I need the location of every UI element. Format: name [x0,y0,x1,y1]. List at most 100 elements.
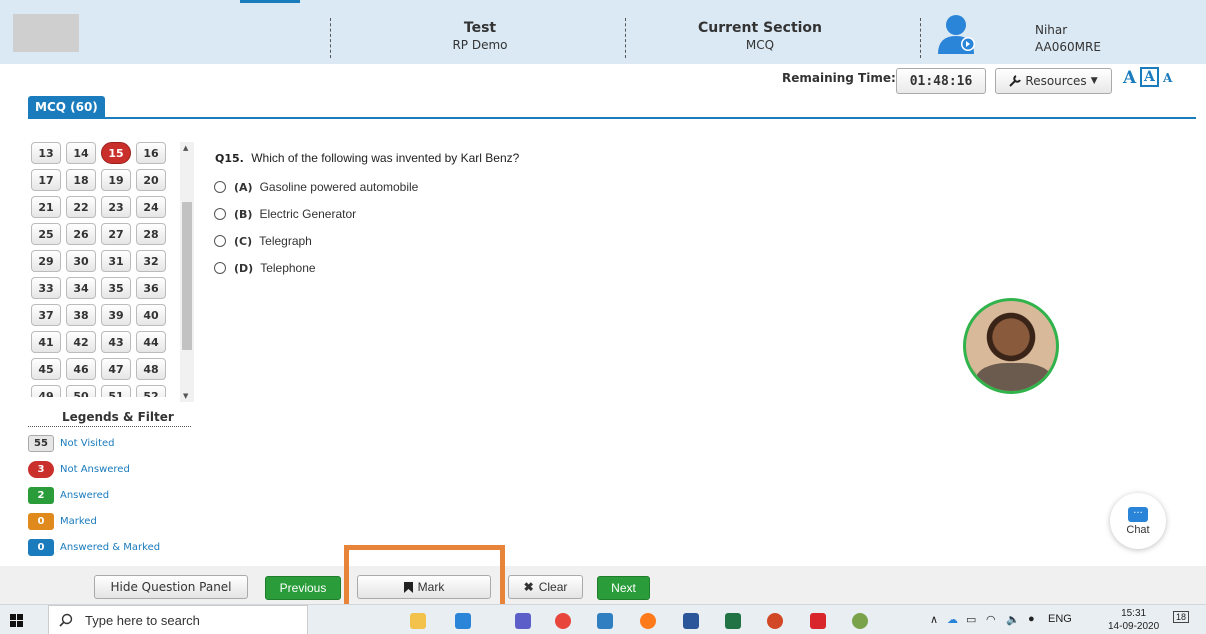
question-button-49[interactable]: 49 [31,385,61,397]
question-button-20[interactable]: 20 [136,169,166,191]
language-indicator[interactable]: ENG [1048,613,1072,625]
next-button[interactable]: Next [597,576,650,600]
question-button-21[interactable]: 21 [31,196,61,218]
scroll-down-icon[interactable]: ▼ [183,392,188,400]
battery-icon[interactable]: ▭ [966,613,976,626]
question-button-35[interactable]: 35 [101,277,131,299]
microphone-icon[interactable]: ● [1028,613,1035,625]
wrench-icon [1009,75,1022,87]
option-a[interactable]: (A) Gasoline powered automobile [214,180,418,194]
question-button-17[interactable]: 17 [31,169,61,191]
question-button-16[interactable]: 16 [136,142,166,164]
question-button-15[interactable]: 15 [101,142,131,164]
question-button-34[interactable]: 34 [66,277,96,299]
word-icon[interactable] [683,613,699,629]
file-explorer-icon[interactable] [410,613,426,629]
option-d-radio[interactable] [214,262,226,274]
palette-scrollbar[interactable]: ▲ ▼ [180,142,194,402]
option-d[interactable]: (D) Telephone [214,261,316,275]
question-button-22[interactable]: 22 [66,196,96,218]
legend-item[interactable]: 0 Answered & Marked [28,537,160,557]
question-button-51[interactable]: 51 [101,385,131,397]
chat-button[interactable]: ··· Chat [1110,493,1166,549]
next-label: Next [611,581,636,595]
legend-count-badge: 55 [28,434,54,452]
question-button-19[interactable]: 19 [101,169,131,191]
tray-chevron-icon[interactable]: ∧ [930,613,938,626]
previous-button[interactable]: Previous [265,576,341,600]
chrome-icon[interactable] [555,613,571,629]
resources-button[interactable]: Resources ▼ [995,68,1112,94]
option-c-radio[interactable] [214,235,226,247]
question-button-32[interactable]: 32 [136,250,166,272]
scroll-up-icon[interactable]: ▲ [183,144,188,152]
hide-question-panel-button[interactable]: Hide Question Panel [94,575,248,599]
question-button-25[interactable]: 25 [31,223,61,245]
question-button-18[interactable]: 18 [66,169,96,191]
question-button-50[interactable]: 50 [66,385,96,397]
legend-item[interactable]: 3 Not Answered [28,459,130,479]
legend-label: Answered [60,489,110,501]
question-button-38[interactable]: 38 [66,304,96,326]
chat-label: Chat [1126,523,1150,536]
app-icon[interactable] [597,613,613,629]
legend-label: Marked [60,515,97,527]
legend-count-badge: 3 [28,460,54,478]
option-text: Gasoline powered automobile [259,180,419,194]
font-size-large-button[interactable]: A [1123,68,1136,88]
taskbar-search[interactable]: Type here to search [48,605,308,634]
question-button-29[interactable]: 29 [31,250,61,272]
clock[interactable]: 15:31 14-09-2020 [1108,607,1159,633]
windows-start-icon[interactable] [10,614,24,628]
option-b-radio[interactable] [214,208,226,220]
option-c[interactable]: (C) Telegraph [214,234,312,248]
question-button-23[interactable]: 23 [101,196,131,218]
question-button-36[interactable]: 36 [136,277,166,299]
question-button-42[interactable]: 42 [66,331,96,353]
teams-icon[interactable] [515,613,531,629]
option-b[interactable]: (B) Electric Generator [214,207,356,221]
question-button-40[interactable]: 40 [136,304,166,326]
legend-item[interactable]: 55 Not Visited [28,433,115,453]
clear-button[interactable]: ✖ Clear [508,575,583,599]
hide-question-panel-label: Hide Question Panel [110,580,232,594]
firefox-icon[interactable] [640,613,656,629]
font-size-small-button[interactable]: A [1163,71,1172,85]
question-button-48[interactable]: 48 [136,358,166,380]
question-button-24[interactable]: 24 [136,196,166,218]
question-button-41[interactable]: 41 [31,331,61,353]
question-button-44[interactable]: 44 [136,331,166,353]
user-id: AA060MRE [1035,40,1101,54]
tab-mcq[interactable]: MCQ (60) [28,96,105,118]
question-button-52[interactable]: 52 [136,385,166,397]
store-icon[interactable] [455,613,471,629]
wifi-icon[interactable]: ◠ [986,613,996,626]
question-button-30[interactable]: 30 [66,250,96,272]
question-button-45[interactable]: 45 [31,358,61,380]
question-button-37[interactable]: 37 [31,304,61,326]
question-button-46[interactable]: 46 [66,358,96,380]
option-a-radio[interactable] [214,181,226,193]
question-button-28[interactable]: 28 [136,223,166,245]
question-button-26[interactable]: 26 [66,223,96,245]
question-button-33[interactable]: 33 [31,277,61,299]
acrobat-icon[interactable] [810,613,826,629]
question-button-47[interactable]: 47 [101,358,131,380]
caret-down-icon: ▼ [1090,76,1098,86]
powerpoint-icon[interactable] [767,613,783,629]
volume-icon[interactable]: 🔈 [1006,613,1020,626]
notifications-icon[interactable]: 18 [1173,611,1190,623]
question-button-14[interactable]: 14 [66,142,96,164]
excel-icon[interactable] [725,613,741,629]
scrollbar-thumb[interactable] [182,202,192,350]
legend-item[interactable]: 2 Answered [28,485,109,505]
question-button-27[interactable]: 27 [101,223,131,245]
font-size-medium-button[interactable]: A [1140,67,1159,87]
paint-icon[interactable] [852,613,868,629]
onedrive-icon[interactable]: ☁ [947,613,958,626]
question-button-31[interactable]: 31 [101,250,131,272]
question-button-39[interactable]: 39 [101,304,131,326]
question-button-13[interactable]: 13 [31,142,61,164]
legend-item[interactable]: 0 Marked [28,511,97,531]
question-button-43[interactable]: 43 [101,331,131,353]
